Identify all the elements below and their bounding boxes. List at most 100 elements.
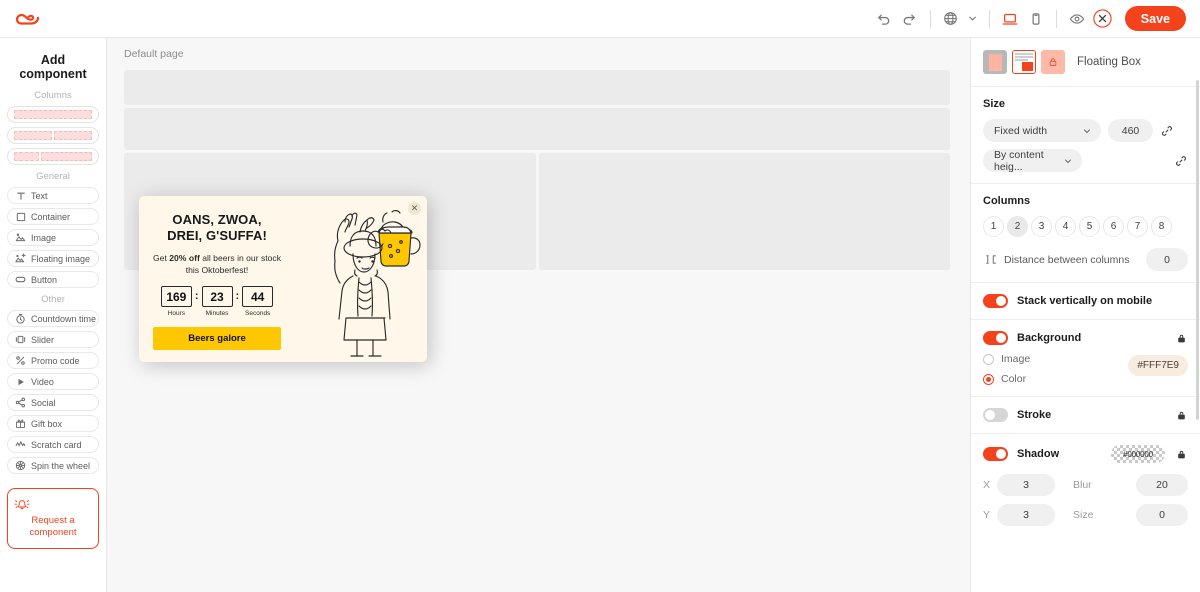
claspo-cloud-logo[interactable] bbox=[16, 6, 50, 32]
component-container[interactable]: Container bbox=[7, 208, 99, 225]
stroke-label: Stroke bbox=[1017, 409, 1052, 421]
background-toggle[interactable] bbox=[983, 331, 1008, 345]
distance-label: Distance between columns bbox=[1004, 253, 1130, 266]
lock-icon[interactable] bbox=[1174, 333, 1188, 344]
component-social[interactable]: Social bbox=[7, 394, 99, 411]
shadow-x-input[interactable]: 3 bbox=[997, 474, 1055, 496]
column-preset-two-equal[interactable] bbox=[7, 127, 99, 144]
redo-icon[interactable] bbox=[897, 6, 923, 32]
column-option-4[interactable]: 4 bbox=[1055, 216, 1076, 237]
close-icon[interactable]: ✕ bbox=[408, 202, 421, 215]
component-label: Slider bbox=[31, 334, 55, 345]
close-circle-icon[interactable] bbox=[1090, 6, 1116, 32]
floating-box-popup[interactable]: ✕ OANS, ZWOA, DREI, G'SUFFA! Get 20% off… bbox=[139, 196, 427, 363]
shadow-blur-input[interactable]: 20 bbox=[1136, 474, 1188, 496]
image-icon bbox=[15, 232, 26, 243]
color-label: Color bbox=[1001, 373, 1027, 385]
lock-icon[interactable] bbox=[1174, 410, 1188, 421]
component-video[interactable]: Video bbox=[7, 373, 99, 390]
chevron-down-icon[interactable] bbox=[964, 6, 982, 32]
lock-link-icon[interactable] bbox=[1160, 125, 1174, 137]
distance-between-columns-icon bbox=[983, 253, 997, 266]
preset-cell bbox=[14, 110, 92, 119]
save-button[interactable]: Save bbox=[1124, 6, 1186, 31]
color-radio[interactable] bbox=[983, 373, 994, 385]
shadow-fields: X 3 Blur 20 Y 3 Size 0 bbox=[983, 474, 1188, 526]
page-thumbnail[interactable] bbox=[983, 50, 1007, 74]
panel-scrollbar[interactable] bbox=[1196, 80, 1199, 420]
size-label: Size bbox=[983, 98, 1006, 110]
floating-image-icon bbox=[15, 253, 26, 264]
undo-icon[interactable] bbox=[871, 6, 897, 32]
component-image[interactable]: Image bbox=[7, 229, 99, 246]
component-gift-box[interactable]: Gift box bbox=[7, 415, 99, 432]
locked-layer-thumbnail[interactable] bbox=[1041, 50, 1065, 74]
lock-link-icon[interactable] bbox=[1174, 155, 1188, 167]
subtext-suffix: all beers in our stock this Oktoberfest! bbox=[185, 252, 282, 275]
image-label: Image bbox=[1001, 353, 1031, 365]
stack-vertically-toggle[interactable] bbox=[983, 294, 1008, 308]
background-option-color[interactable]: Color bbox=[983, 373, 1128, 385]
stroke-toggle[interactable] bbox=[983, 408, 1008, 422]
column-option-2[interactable]: 2 bbox=[1007, 216, 1028, 237]
canvas-block-header[interactable] bbox=[124, 70, 950, 105]
component-spin-the-wheel[interactable]: Spin the wheel bbox=[7, 457, 99, 474]
shadow-y-input[interactable]: 3 bbox=[997, 504, 1055, 526]
component-label: Gift box bbox=[31, 418, 63, 429]
component-promo-code[interactable]: Promo code bbox=[7, 352, 99, 369]
columns-label: Columns bbox=[983, 195, 1031, 207]
shadow-toggle[interactable] bbox=[983, 447, 1008, 461]
column-option-5[interactable]: 5 bbox=[1079, 216, 1100, 237]
canvas-area[interactable]: Default page ✕ OANS, ZWOA, DREI, G'SUFFA… bbox=[107, 38, 970, 592]
desktop-icon[interactable] bbox=[997, 6, 1023, 32]
height-row: By content heig... bbox=[983, 149, 1188, 173]
component-floating-image[interactable]: Floating image bbox=[7, 250, 99, 267]
request-component-button[interactable]: Request a component bbox=[7, 488, 99, 549]
lock-icon[interactable] bbox=[1174, 449, 1188, 460]
canvas-block-column-right[interactable] bbox=[538, 153, 950, 270]
component-label: Spin the wheel bbox=[31, 460, 91, 471]
component-text[interactable]: Text bbox=[7, 187, 99, 204]
column-option-7[interactable]: 7 bbox=[1127, 216, 1148, 237]
globe-icon[interactable] bbox=[938, 6, 964, 32]
component-scratch-card[interactable]: Scratch card bbox=[7, 436, 99, 453]
floating-box-thumbnail[interactable] bbox=[1012, 50, 1036, 74]
divider bbox=[929, 9, 931, 28]
shadow-color-chip[interactable]: #000000 bbox=[1111, 445, 1165, 463]
image-radio[interactable] bbox=[983, 353, 994, 365]
subtext-bold: 20% off bbox=[169, 252, 200, 263]
column-preset-one[interactable] bbox=[7, 106, 99, 123]
eye-icon[interactable] bbox=[1064, 6, 1090, 32]
column-option-8[interactable]: 8 bbox=[1151, 216, 1172, 237]
column-preset-two-uneven[interactable] bbox=[7, 148, 99, 165]
background-options: Image Color #FFF7E9 bbox=[983, 345, 1188, 385]
component-slider[interactable]: Slider bbox=[7, 331, 99, 348]
stack-section: Stack vertically on mobile bbox=[971, 283, 1200, 320]
height-mode-select[interactable]: By content heig... bbox=[983, 149, 1082, 173]
canvas-block-secondary[interactable] bbox=[124, 108, 950, 150]
mobile-icon[interactable] bbox=[1023, 6, 1049, 32]
component-label: Promo code bbox=[31, 355, 80, 366]
component-label: Container bbox=[31, 211, 71, 222]
component-button[interactable]: Button bbox=[7, 271, 99, 288]
width-value-input[interactable]: 460 bbox=[1108, 119, 1153, 142]
width-mode-select[interactable]: Fixed width bbox=[983, 119, 1101, 142]
shadow-label: Shadow bbox=[1017, 448, 1060, 460]
distance-value-input[interactable]: 0 bbox=[1146, 248, 1188, 271]
component-label: Social bbox=[31, 397, 56, 408]
popup-cta-button[interactable]: Beers galore bbox=[153, 327, 281, 351]
countdown-value: 169 bbox=[160, 286, 192, 308]
preset-cell bbox=[14, 131, 52, 140]
component-label: Video bbox=[31, 376, 54, 387]
column-option-3[interactable]: 3 bbox=[1031, 216, 1052, 237]
app-root: Save Add component Columns General Text … bbox=[0, 0, 1200, 592]
request-component-label: Request a component bbox=[29, 515, 77, 538]
background-color-chip[interactable]: #FFF7E9 bbox=[1128, 354, 1188, 376]
shadow-size-input[interactable]: 0 bbox=[1136, 504, 1188, 526]
countdown-timer: 169 Hours : 23 Minutes : 44 Seconds bbox=[153, 286, 281, 317]
column-option-6[interactable]: 6 bbox=[1103, 216, 1124, 237]
background-option-image[interactable]: Image bbox=[983, 353, 1128, 365]
column-option-1[interactable]: 1 bbox=[983, 216, 1004, 237]
video-icon bbox=[15, 376, 26, 387]
component-countdown-timer[interactable]: Countdown time bbox=[7, 310, 99, 327]
